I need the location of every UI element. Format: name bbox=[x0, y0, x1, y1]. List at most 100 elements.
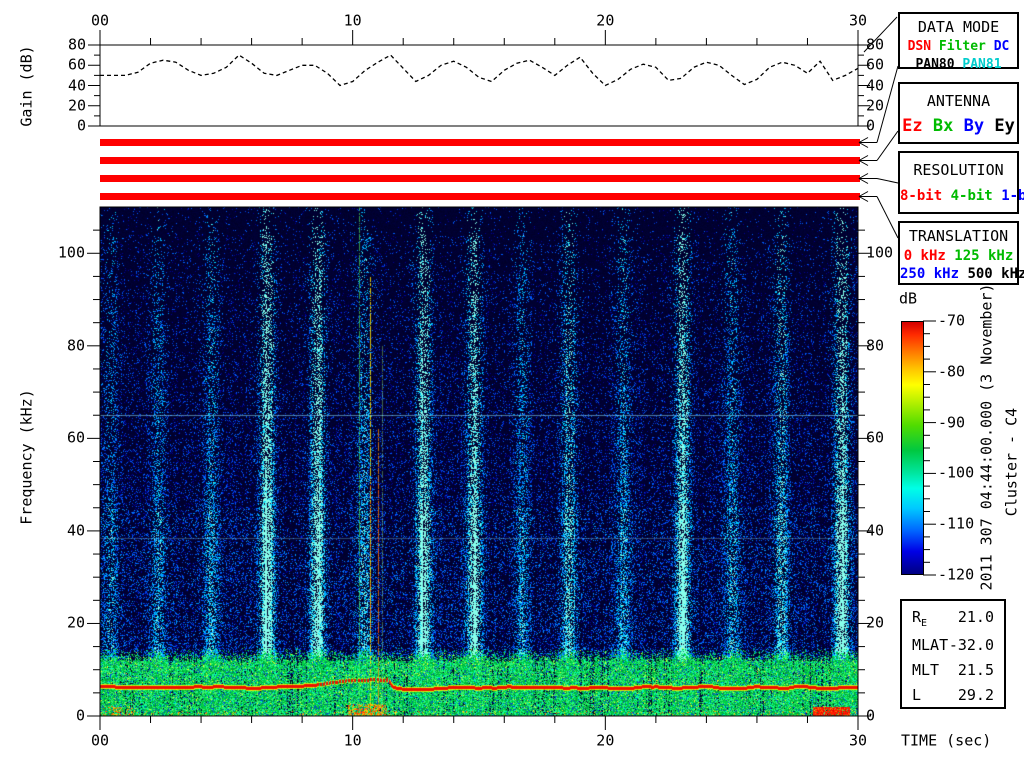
gain-ytick-label-right: 80 bbox=[866, 35, 885, 54]
gain-top-tick-label: 20 bbox=[596, 11, 615, 30]
callout-line bbox=[876, 178, 899, 184]
resolution-option-4-bit: 4-bit bbox=[950, 188, 993, 204]
callout-arrowhead bbox=[858, 160, 869, 166]
gain-ytick-label: 40 bbox=[67, 76, 86, 94]
colorbar-tick-label: -80 bbox=[938, 362, 966, 381]
freq-ytick-label-right: 20 bbox=[866, 613, 885, 632]
time-xtick-label: 20 bbox=[596, 731, 615, 750]
freq-ytick-label: 60 bbox=[66, 428, 85, 447]
ephemeris-label: MLT bbox=[912, 661, 940, 679]
data-mode-option-pan81: PAN81 bbox=[962, 57, 1002, 72]
colorbar-tick-label: -70 bbox=[938, 311, 966, 330]
translation-option-250-khz: 250 kHz bbox=[900, 266, 960, 282]
wbd-summary-plot: Gain (dB) Frequency (kHz) TIME (sec) dB … bbox=[0, 0, 1024, 768]
callout-line bbox=[876, 130, 899, 161]
gain-top-tick-label: 00 bbox=[90, 11, 110, 30]
gain-top-tick-label: 10 bbox=[343, 11, 362, 30]
gain-trace bbox=[100, 54, 859, 87]
data-mode-options: DSN Filter DC bbox=[900, 39, 1017, 54]
data-mode-box: DATA MODE DSN Filter DC PAN80 PAN81 bbox=[898, 12, 1019, 72]
spacecraft-label: Cluster - C4 bbox=[1002, 407, 1021, 517]
resolution-option-8-bit: 8-bit bbox=[900, 188, 943, 204]
colorbar-tick-label: -110 bbox=[938, 514, 975, 533]
freq-ytick-label-right: 0 bbox=[866, 706, 876, 725]
gain-top-tick-label: 30 bbox=[848, 11, 868, 30]
translation-options-2: 250 kHz 500 kHz bbox=[900, 266, 1024, 282]
antenna-option-ey: Ey bbox=[994, 116, 1015, 136]
gain-ytick-label: 20 bbox=[67, 96, 86, 115]
gain-ytick-label: 80 bbox=[67, 35, 86, 54]
antenna-option-by: By bbox=[963, 116, 985, 136]
ephemeris-row-r: RE 21.0 bbox=[902, 608, 1004, 629]
translation-option-0-khz: 0 kHz bbox=[903, 248, 946, 264]
antenna-option-bx: Bx bbox=[932, 116, 954, 136]
status-bar-2 bbox=[100, 157, 860, 164]
translation-option-125-khz: 125 kHz bbox=[954, 248, 1014, 264]
data-mode-option-dsn: DSN bbox=[907, 39, 932, 54]
callout-arrowhead bbox=[858, 173, 869, 179]
gain-axis-title: Gain (dB) bbox=[17, 45, 36, 127]
translation-box: TRANSLATION 0 kHz 125 kHz 250 kHz 500 kH… bbox=[898, 221, 1024, 285]
callout-arrowhead bbox=[858, 191, 869, 197]
data-mode-option-pan80: PAN80 bbox=[915, 57, 955, 72]
callout-arrowhead bbox=[858, 178, 869, 184]
translation-options-1: 0 kHz 125 kHz bbox=[900, 248, 1017, 264]
ephemeris-box: RE 21.0 MLAT -32.0 MLT 21.5 L 29.2 bbox=[900, 599, 1006, 709]
status-bar-3 bbox=[100, 175, 860, 182]
callout-arrowhead bbox=[858, 196, 869, 202]
data-mode-option-dc: DC bbox=[993, 39, 1010, 54]
data-mode-option-filter: Filter bbox=[938, 39, 986, 54]
datetime-label: 2011 307 04:44:00.000 (3 November) bbox=[977, 283, 996, 591]
time-xtick-label: 30 bbox=[848, 731, 868, 750]
resolution-box: RESOLUTION 8-bit 4-bit 1-bit bbox=[898, 151, 1024, 214]
freq-ytick-label: 40 bbox=[66, 521, 85, 540]
ephemeris-value: -32.0 bbox=[948, 636, 994, 654]
antenna-option-ez: Ez bbox=[902, 116, 923, 136]
freq-ytick-label: 100 bbox=[57, 243, 85, 262]
gain-ytick-label: 60 bbox=[67, 55, 86, 74]
time-xtick-label: 00 bbox=[90, 731, 110, 750]
antenna-title: ANTENNA bbox=[926, 92, 991, 110]
gain-ytick-label: 0 bbox=[76, 116, 86, 135]
ephemeris-value: 29.2 bbox=[957, 686, 994, 704]
freq-ytick-label-right: 100 bbox=[866, 243, 894, 262]
translation-option-500-khz: 500 kHz bbox=[967, 266, 1024, 282]
ephemeris-label: MLAT bbox=[912, 636, 949, 654]
spectrogram-canvas bbox=[100, 207, 858, 716]
freq-ytick-label: 0 bbox=[75, 706, 85, 725]
ephemeris-label: RE bbox=[912, 608, 928, 629]
gain-ytick-label-right: 0 bbox=[866, 116, 876, 135]
callout-arrowhead bbox=[858, 137, 869, 143]
freq-ytick-label: 20 bbox=[66, 613, 85, 632]
callout-arrowhead bbox=[858, 142, 869, 148]
resolution-options: 8-bit 4-bit 1-bit bbox=[900, 188, 1024, 204]
freq-ytick-label-right: 60 bbox=[866, 428, 885, 447]
antenna-options: Ez Bx By Ey bbox=[900, 116, 1017, 136]
colorbar-tick-label: -90 bbox=[938, 413, 966, 432]
freq-ytick-label: 80 bbox=[66, 336, 85, 355]
colorbar-title: dB bbox=[899, 289, 918, 308]
gain-ytick-label-right: 20 bbox=[866, 96, 885, 115]
resolution-title: RESOLUTION bbox=[913, 161, 1004, 179]
freq-ytick-label-right: 80 bbox=[866, 336, 885, 355]
gain-plot-frame bbox=[99, 44, 859, 127]
colorbar-tick-label: -100 bbox=[938, 463, 975, 482]
time-xtick-label: 10 bbox=[343, 731, 362, 750]
frequency-axis-title: Frequency (kHz) bbox=[17, 389, 36, 525]
data-mode-panels: PAN80 PAN81 bbox=[900, 57, 1017, 72]
ephemeris-value: 21.5 bbox=[957, 661, 994, 679]
callout-line bbox=[876, 196, 899, 239]
colorbar-gradient bbox=[901, 321, 924, 575]
data-mode-title: DATA MODE bbox=[917, 18, 1000, 36]
callout-arrowhead bbox=[858, 155, 869, 161]
antenna-box: ANTENNA Ez Bx By Ey bbox=[898, 82, 1019, 144]
translation-title: TRANSLATION bbox=[908, 227, 1009, 245]
gain-ytick-label-right: 40 bbox=[866, 76, 885, 94]
status-bar-1 bbox=[100, 139, 860, 146]
status-bar-4 bbox=[100, 193, 860, 200]
ephemeris-row-mlat: MLAT -32.0 bbox=[902, 636, 1004, 654]
resolution-option-1-bit: 1-bit bbox=[1001, 188, 1024, 204]
colorbar-tick-label: -120 bbox=[938, 565, 975, 584]
ephemeris-row-mlt: MLT 21.5 bbox=[902, 661, 1004, 679]
ephemeris-label: L bbox=[912, 686, 922, 704]
